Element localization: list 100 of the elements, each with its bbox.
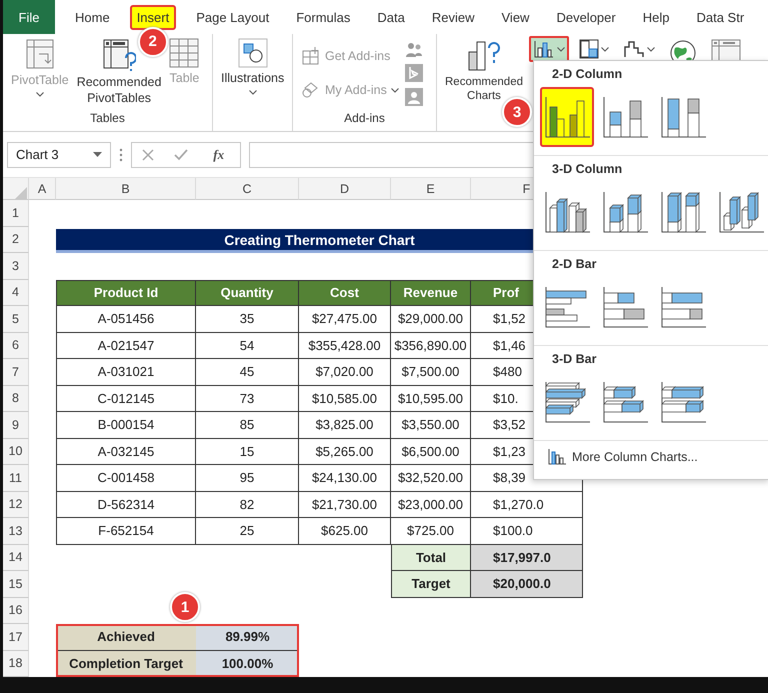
column-header[interactable]: D	[299, 178, 391, 200]
table-cell: 54	[196, 332, 299, 359]
table-icon	[169, 38, 200, 68]
row-header[interactable]: 15	[3, 571, 29, 598]
row-header[interactable]: 18	[3, 650, 29, 677]
table-cell: $21,730.00	[299, 492, 391, 518]
row-header[interactable]: 1	[3, 200, 29, 226]
table-cell: A-031021	[56, 359, 196, 386]
chart-type-button[interactable]	[528, 36, 569, 62]
row-header[interactable]: 17	[3, 624, 29, 650]
table-cell: 45	[196, 359, 299, 386]
table-cell: 73	[196, 386, 299, 412]
group-label: Tables	[89, 111, 126, 127]
caret-icon	[646, 46, 655, 52]
recommended-pivot-table-icon	[102, 38, 136, 72]
column-chart-icon	[548, 449, 566, 465]
table-cell: $10,585.00	[299, 386, 391, 412]
table-cell: 95	[196, 465, 299, 492]
table-cell: D-562314	[56, 492, 196, 518]
caret-icon	[36, 92, 44, 97]
section-heading: 2-D Bar	[551, 257, 598, 273]
row-header[interactable]: 9	[3, 412, 29, 438]
row-header[interactable]: 10	[3, 438, 29, 465]
shapes-icon	[238, 38, 268, 68]
column-heading: Cost	[299, 280, 391, 306]
person-card-icon	[404, 88, 423, 106]
table-cell: A-032145	[56, 438, 196, 465]
file-tab[interactable]: File	[3, 0, 55, 34]
ribbon-tab[interactable]: Data	[370, 4, 412, 30]
insert-function-button[interactable]: fx	[207, 146, 230, 164]
team-icon	[404, 42, 423, 58]
table-cell: $32,520.00	[391, 465, 471, 492]
column-chart-icon	[532, 39, 555, 59]
row-header[interactable]: 6	[3, 332, 29, 359]
chart-option[interactable]	[540, 87, 594, 147]
column-header[interactable]: A	[29, 178, 56, 200]
table-cell: $27,475.00	[299, 306, 391, 332]
column-heading: Quantity	[196, 280, 299, 306]
column-header[interactable]: E	[391, 178, 471, 200]
row-header[interactable]: 2	[3, 226, 29, 253]
column-heading: Revenue	[391, 280, 471, 306]
table-cell: 35	[196, 306, 299, 332]
row-header[interactable]: 14	[3, 544, 29, 571]
bar-3d-stacked-chart-icon	[600, 380, 650, 424]
caret-icon	[556, 46, 565, 52]
row-header[interactable]: 3	[3, 253, 29, 280]
table-cell: $23,000.00	[391, 492, 471, 518]
ribbon-tab[interactable]: Developer	[549, 4, 623, 30]
summary-label: Target	[391, 571, 471, 598]
table-cell: $3,825.00	[299, 412, 391, 438]
table-cell: $24,130.00	[299, 465, 391, 492]
table-cell: $356,890.00	[391, 332, 471, 359]
ribbon-tab[interactable]: Formulas	[289, 4, 358, 30]
row-header[interactable]: 7	[3, 359, 29, 386]
table-cell: C-001458	[56, 465, 196, 492]
row-header[interactable]: 8	[3, 386, 29, 412]
table-cell: C-012145	[56, 386, 196, 412]
completion-value: 89.99%	[196, 624, 299, 650]
summary-value: $17,997.0	[471, 544, 583, 571]
ribbon-tab[interactable]: Review	[424, 4, 482, 30]
ribbon-tab[interactable]: Insert	[130, 4, 176, 30]
ribbon-tab[interactable]: Page Layout	[189, 4, 276, 30]
column-header[interactable]: C	[196, 178, 299, 200]
table-cell: $29,000.00	[391, 306, 471, 332]
ribbon-tab[interactable]: Data Str	[689, 4, 752, 30]
bing-icon	[404, 64, 423, 82]
dropdown-arrow-icon	[93, 152, 102, 157]
row-header[interactable]: 16	[3, 598, 29, 624]
check-icon[interactable]	[174, 148, 188, 160]
ribbon-tab[interactable]: Help	[636, 4, 676, 30]
pivot-table-icon	[24, 38, 55, 70]
table-cell: $6,500.00	[391, 438, 471, 465]
table-cell: F-652154	[56, 518, 196, 544]
table-cell: 25	[196, 518, 299, 544]
waterfall-chart-icon	[622, 39, 645, 59]
bar-3d-clustered-chart-icon	[542, 380, 592, 424]
table-cell: 15	[196, 438, 299, 465]
row-header[interactable]: 11	[3, 465, 29, 492]
row-header[interactable]: 12	[3, 492, 29, 518]
table-cell: A-021547	[56, 332, 196, 359]
row-header[interactable]: 5	[3, 306, 29, 332]
row-header[interactable]: 13	[3, 518, 29, 544]
table-cell: 85	[196, 412, 299, 438]
bar-3d-stacked-100-chart-icon	[658, 380, 708, 424]
table-cell: $625.00	[299, 518, 391, 544]
table-cell: $355,428.00	[299, 332, 391, 359]
row-header[interactable]: 4	[3, 280, 29, 306]
step-badge: 1	[170, 592, 200, 622]
table-cell: B-000154	[56, 412, 196, 438]
name-box[interactable]: Chart 3	[7, 142, 111, 168]
caret-icon	[248, 90, 257, 95]
ribbon-tab[interactable]: Home	[68, 4, 117, 30]
table-cell: A-051456	[56, 306, 196, 332]
ribbon-tab[interactable]: View	[494, 4, 536, 30]
ribbon-button[interactable]: Illustrations	[219, 36, 286, 97]
table-cell: $3,550.00	[391, 412, 471, 438]
table-cell: $10,595.00	[391, 386, 471, 412]
column-header[interactable]: B	[56, 178, 196, 200]
add-ins-store-icon	[301, 46, 321, 66]
section-heading: 2-D Column	[551, 67, 624, 83]
